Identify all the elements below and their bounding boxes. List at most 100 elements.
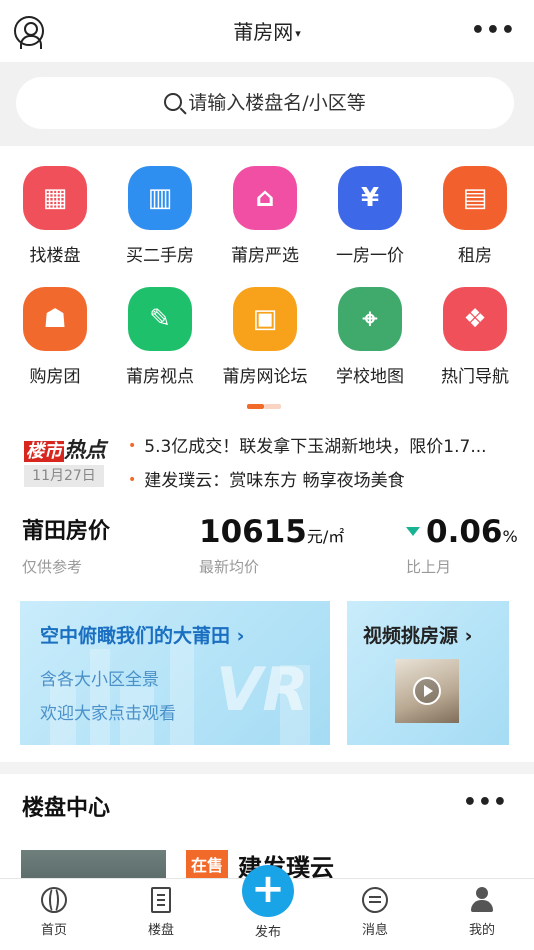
grid-item-selected[interactable]: ⌂ 莆房严选 [215, 166, 315, 266]
news-item-text: 建发璞云：赏味东方 畅享夜场美食 [144, 471, 405, 491]
group-icon: ☗ [23, 287, 87, 351]
price-title: 莆田房价 [22, 519, 111, 544]
app-header: 莆房网 ▾ ••• [0, 0, 534, 62]
publish-button[interactable]: + [242, 865, 294, 917]
house-search-icon: ⌂ [233, 166, 297, 230]
skyline-decoration [170, 635, 194, 745]
profile-icon [469, 887, 495, 913]
grid-item-second-hand[interactable]: ▥ 买二手房 [110, 166, 210, 266]
grid-item-label: 租房 [458, 246, 492, 266]
avg-price-unit: 元/㎡ [306, 527, 345, 546]
avg-price-value: 10615 [199, 514, 307, 550]
grid-item-label: 买二手房 [126, 246, 194, 266]
apps-icon: ❖ [443, 287, 507, 351]
search-input[interactable]: 请输入楼盘名/小区等 [16, 77, 514, 129]
page-dot-active [247, 404, 264, 409]
vr-banner-title: 空中俯瞰我们的大莆田 › [40, 625, 245, 647]
vr-banner-line2: 欢迎大家点击观看 [40, 704, 176, 724]
grid-item-forum[interactable]: ▣ 莆房网论坛 [215, 287, 315, 387]
building-icon: ▦ [23, 166, 87, 230]
tab-label: 我的 [468, 923, 495, 938]
listing-image [21, 850, 166, 880]
video-banner[interactable]: 视频挑房源 › [347, 601, 509, 745]
grid-item-group-buy[interactable]: ☗ 购房团 [5, 287, 105, 387]
price-title-col: 莆田房价 仅供参考 [22, 510, 110, 577]
vr-logo: VR [216, 655, 309, 725]
section-title: 楼盘中心 [22, 796, 111, 821]
change-col: 0.06% 比上月 [406, 510, 518, 577]
news-item-text: 5.3亿成交！联发拿下玉湖新地块，限价1.7... [144, 437, 487, 457]
grid-item-label: 莆房视点 [126, 367, 194, 387]
grid-item-label: 热门导航 [441, 367, 509, 387]
grid-item-viewpoint[interactable]: ✎ 莆房视点 [110, 287, 210, 387]
more-icon[interactable]: ••• [463, 790, 508, 815]
grid-item-find-property[interactable]: ▦ 找楼盘 [5, 166, 105, 266]
news-list: • 5.3亿成交！联发拿下玉湖新地块，限价1.7... • 建发璞云：赏味东方 畅享… [128, 432, 518, 500]
tab-mine[interactable]: 我的 [442, 887, 522, 938]
message-icon [362, 887, 388, 913]
grid-item-label: 购房团 [29, 367, 81, 387]
avg-price-col: 10615元/㎡ 最新均价 [199, 510, 344, 577]
grid-item-rent[interactable]: ▤ 租房 [425, 166, 525, 266]
logo-text-a: 楼市 [24, 441, 64, 462]
tab-label: 消息 [361, 923, 388, 938]
grid-item-price-per-unit[interactable]: ¥ 一房一价 [320, 166, 420, 266]
publish-label: 发布 [254, 925, 281, 940]
tab-label: 首页 [40, 923, 67, 938]
luggage-icon: ▤ [443, 166, 507, 230]
user-card-icon: ▣ [233, 287, 297, 351]
tab-messages[interactable]: 消息 [335, 887, 415, 938]
status-badge: 在售 [186, 850, 229, 878]
bottom-tab-bar: 首页 楼盘 + 发布 消息 我的 [0, 865, 534, 950]
globe-icon [41, 887, 67, 913]
bullet-icon: • [128, 438, 137, 454]
news-item[interactable]: • 建发璞云：赏味东方 畅享夜场美食 [128, 466, 518, 500]
play-icon [413, 677, 441, 705]
vr-banner-line1: 含各大小区全景 [40, 670, 159, 690]
city-selector[interactable]: 莆房网 ▾ [0, 16, 534, 45]
hot-news: 楼市热点 11月27日 • 5.3亿成交！联发拿下玉湖新地块，限价1.7... •… [0, 432, 534, 492]
tab-listings[interactable]: 楼盘 [121, 887, 201, 938]
building-icon [151, 887, 171, 913]
news-item[interactable]: • 5.3亿成交！联发拿下玉湖新地块，限价1.7... [128, 432, 518, 466]
grid-item-label: 找楼盘 [29, 246, 81, 266]
change-label: 比上月 [406, 558, 452, 576]
grid-item-label: 莆房网论坛 [222, 367, 308, 387]
video-banner-title: 视频挑房源 › [363, 625, 473, 647]
page-dot [264, 404, 281, 409]
news-date: 11月27日 [24, 465, 104, 487]
change-unit: % [502, 527, 518, 546]
grid-item-label: 一房一价 [336, 246, 404, 266]
search-bar: 请输入楼盘名/小区等 [0, 62, 534, 146]
vr-banner[interactable]: VR 空中俯瞰我们的大莆田 › 含各大小区全景 欢迎大家点击观看 [20, 601, 330, 745]
bullet-icon: • [128, 472, 137, 488]
map-pin-icon: ⌖ [338, 287, 402, 351]
skyline-decoration [90, 649, 110, 745]
price-summary[interactable]: 莆田房价 仅供参考 10615元/㎡ 最新均价 0.06% 比上月 [0, 510, 534, 586]
down-arrow-icon [406, 527, 420, 536]
document-edit-icon: ✎ [128, 287, 192, 351]
more-menu-button[interactable]: ••• [471, 18, 516, 43]
grid-item-label: 莆房严选 [231, 246, 299, 266]
search-icon [164, 93, 183, 111]
price-title-sub: 仅供参考 [22, 558, 83, 576]
house-price-icon: ¥ [338, 166, 402, 230]
tab-home[interactable]: 首页 [14, 887, 94, 938]
avg-price-label: 最新均价 [199, 558, 260, 576]
grid-item-hot-nav[interactable]: ❖ 热门导航 [425, 287, 525, 387]
chevron-down-icon: ▾ [295, 27, 301, 40]
hot-news-logo: 楼市热点 11月27日 [24, 434, 116, 487]
promo-banners: VR 空中俯瞰我们的大莆田 › 含各大小区全景 欢迎大家点击观看 视频挑房源 › [0, 601, 534, 745]
search-placeholder: 请输入楼盘名/小区等 [188, 92, 366, 114]
apartment-icon: ▥ [128, 166, 192, 230]
grid-item-school-map[interactable]: ⌖ 学校地图 [320, 287, 420, 387]
grid-item-label: 学校地图 [336, 367, 404, 387]
change-value: 0.06 [426, 514, 503, 550]
video-thumbnail [395, 659, 459, 723]
page-indicator [247, 404, 281, 409]
feature-row-2: ☗ 购房团 ✎ 莆房视点 ▣ 莆房网论坛 ⌖ 学校地图 ❖ 热门导航 [0, 287, 534, 407]
section-divider [0, 762, 534, 774]
logo-text-b: 热点 [64, 438, 106, 462]
feature-row-1: ▦ 找楼盘 ▥ 买二手房 ⌂ 莆房严选 ¥ 一房一价 ▤ 租房 [0, 166, 534, 286]
site-title: 莆房网 [233, 20, 294, 44]
